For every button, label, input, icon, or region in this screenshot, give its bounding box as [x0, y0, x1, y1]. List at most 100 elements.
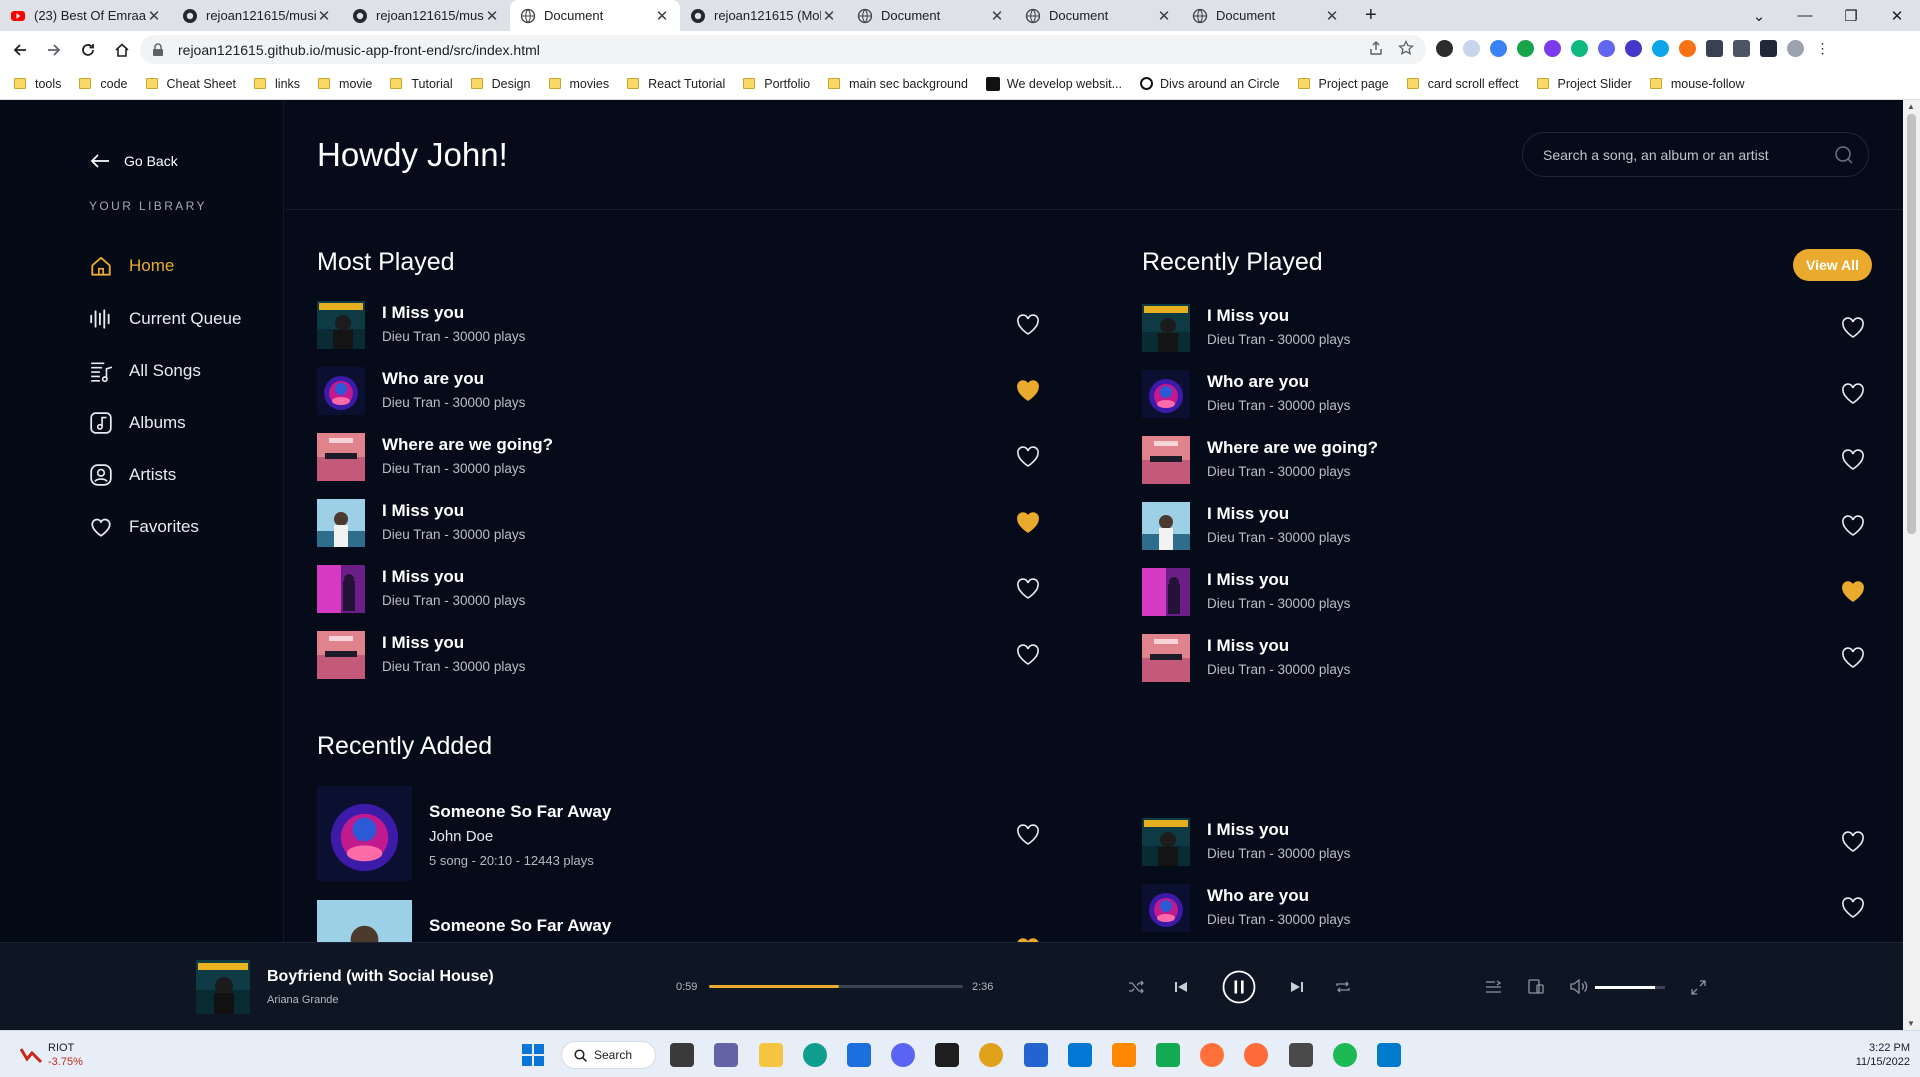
search-input[interactable]: Search a song, an album or an artist: [1522, 132, 1869, 177]
fullscreen-icon[interactable]: [1691, 980, 1706, 995]
song-row[interactable]: I Miss you Dieu Tran - 30000 plays: [1142, 304, 1871, 354]
bookmark-item[interactable]: Tutorial: [390, 77, 453, 91]
progress-bar[interactable]: [709, 985, 963, 988]
browser-tab[interactable]: rejoan121615/music-app-f✕: [172, 0, 342, 31]
file-explorer-icon[interactable]: [670, 1043, 694, 1067]
extension-icon[interactable]: [1436, 40, 1453, 57]
heart-icon[interactable]: [1016, 314, 1040, 336]
store-icon[interactable]: [847, 1043, 871, 1067]
minimize-button[interactable]: —: [1782, 0, 1828, 31]
new-tab-button[interactable]: +: [1355, 0, 1385, 31]
extension-icon[interactable]: [1598, 40, 1615, 57]
terminal-icon[interactable]: [1289, 1043, 1313, 1067]
bookmark-item[interactable]: Divs around an Circle: [1140, 77, 1280, 91]
heart-filled-icon[interactable]: [1016, 512, 1040, 534]
song-row[interactable]: Who are you Dieu Tran - 30000 plays: [317, 367, 1046, 417]
browser-tab[interactable]: Document ✕: [510, 0, 680, 31]
chrome-icon[interactable]: [979, 1043, 1003, 1067]
extension-icon[interactable]: [1463, 40, 1480, 57]
tab-close-icon[interactable]: ✕: [821, 7, 837, 25]
bookmark-item[interactable]: card scroll effect: [1406, 77, 1519, 91]
postman-icon[interactable]: [1244, 1043, 1268, 1067]
heart-icon[interactable]: [1016, 446, 1040, 468]
remote-desktop-icon[interactable]: [1068, 1043, 1092, 1067]
heart-icon[interactable]: [1841, 383, 1865, 405]
song-row[interactable]: I Miss you Dieu Tran - 30000 plays: [1142, 568, 1871, 618]
share-icon[interactable]: [1368, 40, 1384, 56]
device-icon[interactable]: [1528, 979, 1544, 994]
bookmark-item[interactable]: We develop websit...: [985, 76, 1122, 91]
bookmark-item[interactable]: tools: [14, 77, 61, 91]
heart-icon[interactable]: [1841, 317, 1865, 339]
back-button[interactable]: [6, 36, 34, 64]
song-row[interactable]: I Miss you Dieu Tran - 30000 plays: [317, 499, 1046, 549]
browser-tab[interactable]: Document ✕: [847, 0, 1015, 31]
song-row[interactable]: I Miss you Dieu Tran - 30000 plays: [1142, 818, 1871, 868]
scrollbar-thumb[interactable]: [1907, 114, 1916, 534]
profile-avatar[interactable]: [1787, 40, 1804, 57]
go-back-link[interactable]: Go Back: [90, 153, 178, 169]
heart-icon[interactable]: [1016, 578, 1040, 600]
heart-icon[interactable]: [1841, 897, 1865, 919]
shuffle-icon[interactable]: [1128, 980, 1144, 994]
song-row[interactable]: I Miss you Dieu Tran - 30000 plays: [317, 301, 1046, 351]
heart-icon[interactable]: [1841, 647, 1865, 669]
song-row[interactable]: I Miss you Dieu Tran - 30000 plays: [317, 631, 1046, 681]
sidebar-item-all-songs[interactable]: All Songs: [89, 359, 201, 383]
previous-track-icon[interactable]: [1174, 980, 1188, 994]
browser-tab[interactable]: rejoan121615/music-app-✕: [342, 0, 510, 31]
extension-icon[interactable]: [1652, 40, 1669, 57]
bookmark-item[interactable]: code: [79, 77, 128, 91]
vlc-icon[interactable]: [1112, 1043, 1136, 1067]
vscode-icon[interactable]: [1377, 1043, 1401, 1067]
sidebar-item-favorites[interactable]: Favorites: [89, 515, 199, 539]
browser-tab[interactable]: (23) Best Of Emraan H✕: [0, 0, 172, 31]
forward-button[interactable]: [40, 36, 68, 64]
extensions-puzzle-icon[interactable]: [1706, 40, 1723, 57]
tab-close-icon[interactable]: ✕: [654, 7, 670, 25]
mongodb-icon[interactable]: [1156, 1043, 1180, 1067]
queue-list-icon[interactable]: [1485, 980, 1502, 994]
song-row[interactable]: Where are we going? Dieu Tran - 30000 pla…: [317, 433, 1046, 483]
more-menu-icon[interactable]: ⋮: [1814, 40, 1831, 57]
tab-close-icon[interactable]: ✕: [316, 7, 332, 25]
next-track-icon[interactable]: [1290, 980, 1304, 994]
bookmark-item[interactable]: Cheat Sheet: [145, 77, 236, 91]
volume-slider[interactable]: [1595, 986, 1665, 989]
song-row[interactable]: I Miss you Dieu Tran - 30000 plays: [317, 565, 1046, 615]
tab-close-icon[interactable]: ✕: [484, 7, 500, 25]
browser-tab[interactable]: Document ✕: [1015, 0, 1182, 31]
pause-button[interactable]: [1222, 970, 1256, 1004]
bookmark-item[interactable]: Design: [470, 77, 531, 91]
stock-widget[interactable]: RIOT -3.75%: [20, 1041, 83, 1069]
tab-close-icon[interactable]: ✕: [1324, 7, 1340, 25]
extension-icon[interactable]: [1625, 40, 1642, 57]
song-row[interactable]: Where are we going? Dieu Tran - 30000 pla…: [1142, 436, 1871, 486]
scroll-down-arrow[interactable]: ▼: [1907, 1019, 1915, 1028]
extension-icon[interactable]: [1544, 40, 1561, 57]
windows-start-icon[interactable]: [521, 1043, 545, 1067]
heart-icon[interactable]: [1841, 831, 1865, 853]
firefox-icon[interactable]: [1200, 1043, 1224, 1067]
bookmark-item[interactable]: main sec background: [828, 77, 968, 91]
song-row[interactable]: I Miss you Dieu Tran - 30000 plays: [1142, 502, 1871, 552]
bookmark-item[interactable]: Project page: [1297, 77, 1389, 91]
song-row[interactable]: Who are you Dieu Tran - 30000 plays: [1142, 370, 1871, 420]
scroll-up-arrow[interactable]: ▲: [1907, 102, 1915, 111]
bookmark-item[interactable]: links: [254, 77, 300, 91]
taskbar-search[interactable]: Search: [561, 1041, 656, 1069]
view-all-button[interactable]: View All: [1793, 249, 1872, 281]
edge-icon[interactable]: [803, 1043, 827, 1067]
extension-icon[interactable]: [1517, 40, 1534, 57]
spotify-icon[interactable]: [1333, 1043, 1357, 1067]
browser-tab[interactable]: rejoan121615 (Mohd Rejo✕: [680, 0, 847, 31]
tab-close-icon[interactable]: ✕: [146, 7, 162, 25]
bookmark-star-icon[interactable]: [1398, 40, 1414, 56]
heart-icon[interactable]: [1841, 515, 1865, 537]
song-row[interactable]: I Miss you Dieu Tran - 30000 plays: [1142, 634, 1871, 684]
home-button[interactable]: [108, 36, 136, 64]
bookmark-item[interactable]: Project Slider: [1536, 77, 1632, 91]
volume-icon[interactable]: [1570, 979, 1588, 994]
tab-search-icon[interactable]: ⌄: [1736, 0, 1782, 31]
teams-icon[interactable]: [714, 1043, 738, 1067]
